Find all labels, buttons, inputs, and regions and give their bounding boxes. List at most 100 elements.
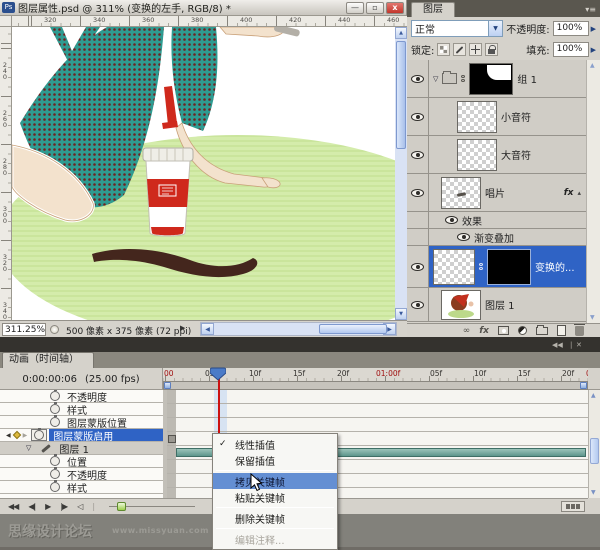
layer-row-layer1[interactable]: 图层 1 [407, 288, 586, 322]
layers-scrollbar[interactable]: ▲ ▼ [586, 60, 600, 323]
stopwatch-icon[interactable] [50, 456, 60, 466]
group-mask-thumbnail[interactable] [469, 63, 513, 95]
scroll-thumb[interactable] [396, 41, 406, 149]
scroll-left-icon[interactable]: ◀ [201, 323, 214, 335]
timeline-ruler[interactable]: 00 05f 10f 15f 20f 01:00f 05f 10f 15f 20… [163, 368, 588, 381]
stopwatch-icon[interactable] [50, 482, 60, 492]
opacity-field[interactable]: 100% [553, 21, 589, 36]
next-frame-button[interactable]: |▶ [60, 502, 67, 511]
stopwatch-icon[interactable] [50, 404, 60, 414]
playhead[interactable] [210, 367, 226, 381]
timeline-zoom-slider[interactable] [109, 506, 195, 507]
timeline-scrollbar[interactable]: ▲ ▼ [588, 390, 600, 498]
canvas-artwork[interactable] [12, 27, 395, 320]
work-area-end-handle[interactable] [580, 382, 587, 389]
visibility-cell[interactable] [407, 136, 429, 173]
scroll-down-icon[interactable]: ▼ [591, 489, 596, 496]
layer-style-icon[interactable]: fx [479, 326, 489, 336]
new-layer-icon[interactable] [557, 325, 566, 336]
effect-name[interactable]: 渐变叠加 [474, 230, 514, 245]
stopwatch-icon[interactable] [34, 430, 44, 440]
menu-item-hold-interpolation[interactable]: 保留插值 [213, 452, 337, 468]
delete-layer-icon[interactable] [575, 326, 584, 336]
lock-position-icon[interactable] [469, 43, 482, 56]
stopwatch-icon[interactable] [50, 417, 60, 427]
menu-item-delete-keyframes[interactable]: 删除关键帧 [213, 510, 337, 526]
visibility-cell[interactable] [407, 174, 429, 211]
layer-name[interactable]: 唱片 [485, 185, 505, 200]
scroll-down-icon[interactable]: ▼ [395, 308, 407, 320]
layer-row-big-note[interactable]: 大音符 [407, 136, 586, 174]
menu-item-paste-keyframes[interactable]: 粘贴关键帧 [213, 489, 337, 505]
zoom-slider-thumb[interactable] [117, 502, 126, 511]
layer-thumbnail[interactable] [457, 139, 497, 171]
next-keyframe-icon[interactable]: ▶ [23, 432, 28, 439]
document-titlebar[interactable]: Ps 图层属性.psd @ 311% (变换的左手, RGB/8) * — ▫ … [0, 0, 406, 16]
status-options-icon[interactable]: ▶ [180, 324, 185, 332]
scroll-thumb[interactable] [590, 438, 599, 464]
track-label[interactable]: 样式 [67, 480, 87, 495]
visibility-cell[interactable] [407, 246, 429, 287]
scroll-thumb[interactable] [319, 324, 387, 334]
layer-row-record[interactable]: 唱片 fx ▴ [407, 174, 586, 212]
layer-row-small-note[interactable]: 小音符 [407, 98, 586, 136]
close-button[interactable]: x [386, 2, 404, 14]
stopwatch-box[interactable] [31, 429, 47, 441]
expand-triangle-icon[interactable]: ▽ [26, 444, 31, 452]
layer-name[interactable]: 变换的... [535, 259, 575, 274]
previous-frame-button[interactable]: ◀| [28, 502, 35, 511]
zoom-level-field[interactable]: 311.25% [2, 323, 46, 336]
add-mask-icon[interactable] [498, 326, 509, 335]
close-panel-icon[interactable]: ✕ [576, 341, 582, 349]
mask-link-icon[interactable] [479, 263, 483, 270]
eye-icon[interactable] [411, 189, 424, 197]
link-layers-icon[interactable]: ∞ [463, 326, 471, 336]
canvas-vertical-scrollbar[interactable]: ▲ ▼ [395, 27, 407, 320]
menu-item-copy-keyframes[interactable]: 拷贝关键帧 [213, 473, 337, 489]
layer-name[interactable]: 组 1 [517, 71, 537, 86]
scroll-down-icon[interactable]: ▼ [590, 314, 595, 321]
layer-row-selected-transform[interactable]: 变换的... [407, 246, 586, 288]
eye-icon[interactable] [411, 75, 424, 83]
keyframe-marker[interactable] [168, 435, 176, 443]
layer-thumbnail[interactable] [433, 249, 475, 285]
audio-toggle-icon[interactable]: ◁ [77, 502, 82, 511]
eye-icon[interactable] [411, 151, 424, 159]
lock-pixels-icon[interactable] [453, 43, 466, 56]
layer-name[interactable]: 小音符 [501, 109, 531, 124]
stopwatch-icon[interactable] [50, 391, 60, 401]
work-area-bar[interactable] [163, 381, 588, 390]
previous-keyframe-icon[interactable]: ◀ [6, 432, 11, 439]
track-label[interactable]: 图层蒙版启用 [49, 429, 163, 441]
track-style2[interactable]: 样式 [0, 481, 163, 494]
scroll-up-icon[interactable]: ▲ [590, 62, 595, 69]
expand-triangle-icon[interactable]: ▽ [433, 75, 438, 83]
chevron-down-icon[interactable]: ▼ [488, 21, 502, 36]
visibility-cell[interactable] [407, 288, 429, 321]
effects-header-row[interactable]: 效果 [407, 212, 586, 229]
effect-row-gradient-overlay[interactable]: 渐变叠加 [407, 229, 586, 246]
layer-thumbnail[interactable] [441, 177, 481, 209]
minimize-button[interactable]: — [346, 2, 364, 14]
eye-icon[interactable] [411, 113, 424, 121]
layer-thumbnail[interactable] [457, 101, 497, 133]
convert-to-frame-animation-button[interactable] [561, 501, 585, 512]
layer-mask-thumbnail[interactable] [487, 249, 531, 285]
layer-name[interactable]: 图层 1 [485, 297, 515, 312]
eye-icon[interactable] [411, 263, 424, 271]
tab-animation-timeline[interactable]: 动画（时间轴） [2, 352, 94, 368]
scroll-up-icon[interactable]: ▲ [395, 27, 407, 39]
eye-icon[interactable] [411, 301, 424, 309]
mask-link-icon[interactable] [461, 75, 465, 82]
fx-icon[interactable]: fx [564, 188, 574, 198]
play-button[interactable]: ▶ [45, 502, 50, 511]
layer-name[interactable]: 大音符 [501, 147, 531, 162]
tab-layers[interactable]: 图层 [411, 2, 455, 17]
keyframe-diamond-icon[interactable] [12, 431, 20, 439]
fill-spinner-icon[interactable]: ▶ [591, 46, 596, 54]
eye-icon[interactable] [457, 233, 470, 241]
scroll-up-icon[interactable]: ▲ [591, 392, 596, 399]
menu-item-linear-interpolation[interactable]: ✓ 线性插值 [213, 436, 337, 452]
blend-mode-select[interactable]: 正常 ▼ [411, 20, 503, 37]
collapse-panel-icon[interactable]: ◀◀ [552, 341, 563, 349]
